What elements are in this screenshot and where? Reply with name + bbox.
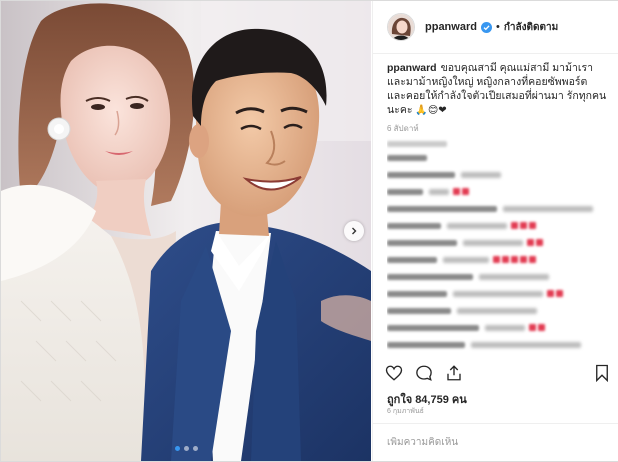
post-panel: ppanward • กำลังติดตาม ppanward ขอบคุณสาม… xyxy=(372,1,618,461)
comment-author[interactable] xyxy=(387,290,447,297)
comment-author[interactable] xyxy=(387,171,455,178)
comment-author[interactable] xyxy=(387,341,465,348)
comment-author[interactable] xyxy=(387,307,451,314)
caption-time: 6 สัปดาห์ xyxy=(387,124,419,133)
comment-row xyxy=(387,168,609,181)
header-separator: • xyxy=(495,21,500,33)
comment-text xyxy=(471,341,581,348)
carousel-next-button[interactable] xyxy=(344,221,364,241)
heart-icon[interactable] xyxy=(385,364,403,382)
action-bar xyxy=(385,361,611,385)
carousel-dot-active xyxy=(174,446,180,451)
post-photo[interactable] xyxy=(1,1,371,461)
comment-author[interactable] xyxy=(387,256,437,263)
comment-author[interactable] xyxy=(387,273,473,280)
comment-row xyxy=(387,287,609,300)
carousel-indicator xyxy=(1,446,371,451)
caption-username[interactable]: ppanward xyxy=(387,62,437,74)
couple-photo xyxy=(1,1,371,461)
comment-row xyxy=(387,253,609,266)
comment-row xyxy=(387,270,609,283)
carousel-dot xyxy=(192,446,198,451)
comment-row xyxy=(387,304,609,317)
comment-hearts xyxy=(511,222,536,229)
instagram-post: ppanward • กำลังติดตาม ppanward ขอบคุณสาม… xyxy=(0,0,618,462)
bookmark-icon[interactable] xyxy=(593,364,611,382)
carousel-dot xyxy=(183,446,189,451)
share-icon[interactable] xyxy=(445,364,463,382)
comment-row xyxy=(387,151,609,164)
comment-text xyxy=(479,273,549,280)
post-caption: ppanward ขอบคุณสามี คุณแม่สามี มาม้าเรา แ… xyxy=(387,61,609,118)
comment-icon[interactable] xyxy=(415,364,433,382)
avatar-image xyxy=(388,14,414,40)
comment-text xyxy=(443,256,489,263)
comment-input[interactable] xyxy=(387,437,607,448)
comment-text xyxy=(463,239,523,246)
comment-text xyxy=(453,290,543,297)
comment-hearts xyxy=(493,256,536,263)
avatar[interactable] xyxy=(387,13,415,41)
comment-row xyxy=(387,338,609,351)
comment-hearts xyxy=(547,290,563,297)
comment-row xyxy=(387,321,609,334)
comment-author[interactable] xyxy=(387,239,457,246)
comment-row xyxy=(387,219,609,232)
comment-author[interactable] xyxy=(387,188,423,195)
comment-text xyxy=(457,307,537,314)
comment-row xyxy=(387,236,609,249)
chevron-right-icon xyxy=(352,227,357,235)
post-header: ppanward • กำลังติดตาม xyxy=(373,1,618,54)
comment-hearts xyxy=(527,239,543,246)
comment-text xyxy=(461,171,501,178)
comment-row xyxy=(387,202,609,215)
comment-text xyxy=(429,188,449,195)
comment-text xyxy=(447,222,507,229)
load-more-comments[interactable] xyxy=(387,141,447,147)
comment-author[interactable] xyxy=(387,205,497,212)
comments-list: ppanward ขอบคุณสามี คุณแม่สามี มาม้าเรา แ… xyxy=(387,61,609,353)
following-button[interactable]: กำลังติดตาม xyxy=(504,20,558,35)
caption-emojis: 🙏😊❤ xyxy=(415,105,447,116)
comment-row xyxy=(387,185,609,198)
comment-hearts xyxy=(529,324,545,331)
comment-text xyxy=(503,205,593,212)
comment-author[interactable] xyxy=(387,324,479,331)
post-username[interactable]: ppanward xyxy=(425,21,477,33)
comment-author[interactable] xyxy=(387,222,441,229)
comment-hearts xyxy=(453,188,469,195)
post-date: 6 กุมภาพันธ์ xyxy=(387,408,424,415)
comment-text xyxy=(485,324,525,331)
comment-author[interactable] xyxy=(387,154,427,161)
verified-badge-icon xyxy=(480,21,492,33)
add-comment-bar xyxy=(373,423,618,462)
